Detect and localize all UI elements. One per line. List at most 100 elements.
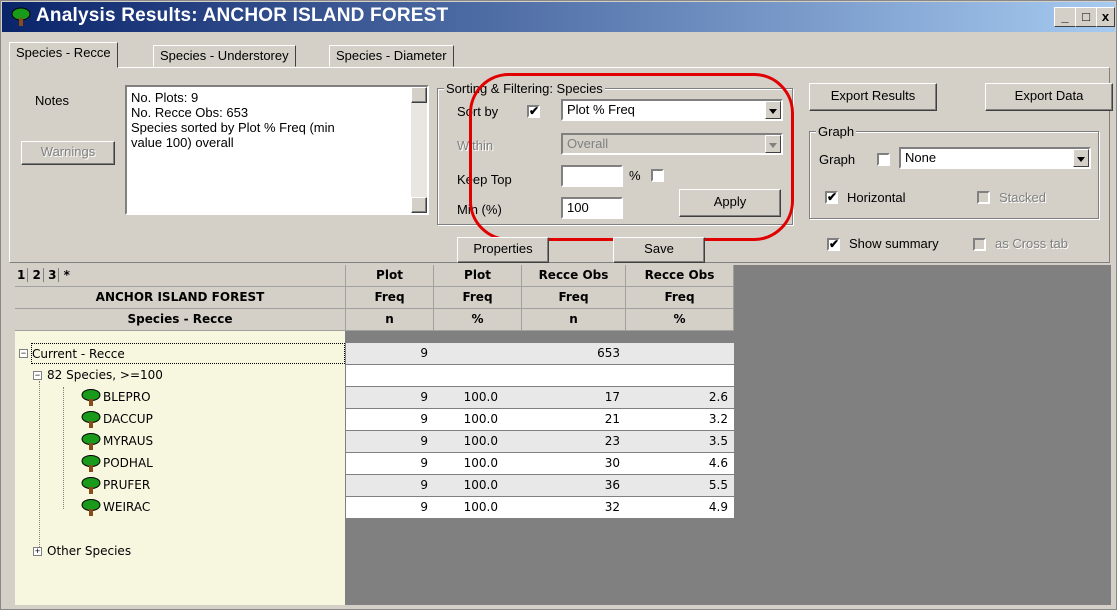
table-cell: 9 [346,453,434,474]
horizontal-label: Horizontal [847,190,906,205]
col-header: % [434,309,522,331]
close-button[interactable]: x [1096,7,1115,27]
horizontal-checkbox[interactable]: ✔ [825,191,838,204]
table-cell: 9 [346,409,434,430]
warnings-button[interactable]: Warnings [21,141,115,165]
collapse-icon[interactable]: − [33,371,42,380]
table-cell: 100.0 [434,387,522,408]
export-data-button[interactable]: Export Data [985,83,1113,111]
save-button[interactable]: Save [613,237,705,263]
table-cell: 2.6 [626,387,734,408]
min-percent-input[interactable]: 100 [561,197,623,219]
level-button-2[interactable]: 2 [32,268,44,282]
show-summary-label: Show summary [849,236,939,251]
tree-icon [81,389,101,406]
col-header[interactable]: Recce Obs [626,265,734,287]
keep-top-percent-checkbox[interactable] [651,169,664,182]
show-summary-checkbox[interactable]: ✔ [827,238,840,251]
sort-by-dropdown-arrow[interactable] [765,101,781,119]
notes-line: value 100) overall [131,135,234,150]
table-cell: 100.0 [434,497,522,518]
graph-group-title: Graph [816,124,857,139]
stacked-checkbox[interactable] [977,191,990,204]
table-cell [626,343,734,364]
export-results-button[interactable]: Export Results [809,83,937,111]
within-label: Within [457,138,494,153]
col-header: Freq [434,287,522,309]
species-name: PRUFER [103,478,151,492]
table-cell: 100.0 [434,475,522,496]
sort-by-checkbox[interactable]: ✔ [527,105,540,118]
title-bar[interactable]: Analysis Results: ANCHOR ISLAND FOREST _… [2,2,1115,32]
keep-top-input[interactable] [561,165,623,187]
graph-checkbox[interactable] [877,153,890,166]
properties-button[interactable]: Properties [457,237,549,263]
tab-species-understorey[interactable]: Species - Understorey [153,45,296,67]
tree-node-other-species[interactable]: Other Species [47,541,131,562]
maximize-button[interactable]: □ [1075,7,1097,27]
forest-header: ANCHOR ISLAND FOREST [15,287,346,309]
notes-line: Species sorted by Plot % Freq (min [131,120,335,135]
keep-top-label: Keep Top [457,172,512,187]
table-cell: 100.0 [434,431,522,452]
sort-by-label: Sort by [457,104,499,119]
table-cell: 32 [522,497,626,518]
within-dropdown[interactable]: Overall [561,133,783,155]
graph-label: Graph [819,152,856,167]
tree-node-current-recce[interactable]: Current - Recce [31,343,345,364]
table-cell: 21 [522,409,626,430]
table-cell: 17 [522,387,626,408]
table-cell: 9 [346,475,434,496]
level-button-3[interactable]: 3 [48,268,60,282]
tree-connector [39,381,40,551]
tab-species-recce[interactable]: Species - Recce [9,42,118,68]
col-header[interactable]: Recce Obs [522,265,626,287]
col-header: n [346,309,434,331]
minimize-button[interactable]: _ [1054,7,1076,27]
tree-app-icon [11,7,31,26]
within-dropdown-arrow[interactable] [765,135,781,153]
table-cell: 23 [522,431,626,452]
analysis-window: Analysis Results: ANCHOR ISLAND FOREST _… [0,0,1117,610]
table-cell: 3.2 [626,409,734,430]
sorting-group-title: Sorting & Filtering: Species [444,81,605,96]
min-percent-label: Min (%) [457,202,502,217]
table-cell: 100.0 [434,453,522,474]
percent-label: % [629,168,641,183]
notes-label: Notes [35,93,69,108]
graph-type-value: None [905,150,937,165]
window-title: Analysis Results: ANCHOR ISLAND FOREST [36,5,449,26]
level-button-all[interactable]: * [64,268,70,282]
tree-node-species-group[interactable]: 82 Species, >=100 [47,365,345,386]
apply-button[interactable]: Apply [679,189,781,217]
scroll-down-button[interactable] [411,197,427,213]
level-button-1[interactable]: 1 [17,268,29,282]
table-cell: 9 [346,343,434,364]
table-cell: 4.9 [626,497,734,518]
table-cell: 9 [346,497,434,518]
expand-icon[interactable]: + [33,547,42,556]
col-header[interactable]: Plot [434,265,522,287]
cross-tab-label: as Cross tab [995,236,1068,251]
tree-icon [81,411,101,428]
scroll-up-button[interactable] [411,87,427,103]
graph-group: Graph [809,124,1099,219]
sort-by-dropdown[interactable]: Plot % Freq [561,99,783,121]
collapse-icon[interactable]: − [19,349,28,358]
notes-textarea[interactable]: No. Plots: 9 No. Recce Obs: 653 Species … [125,85,429,215]
cross-tab-checkbox[interactable] [973,238,986,251]
table-row [346,365,734,386]
tab-species-diameter[interactable]: Species - Diameter [329,45,454,67]
notes-scrollbar[interactable] [411,87,427,213]
col-header: Freq [346,287,434,309]
graph-type-dropdown-arrow[interactable] [1073,149,1089,167]
table-cell: 36 [522,475,626,496]
tree-icon [81,433,101,450]
col-header: Freq [522,287,626,309]
results-grid: 1 2 3 * Plot Plot Recce Obs Recce Obs AN… [15,265,1111,605]
col-header[interactable]: Plot [346,265,434,287]
graph-type-dropdown[interactable]: None [899,147,1091,169]
tree-connector [63,387,64,509]
tree-icon [81,477,101,494]
table-cell: 100.0 [434,409,522,430]
